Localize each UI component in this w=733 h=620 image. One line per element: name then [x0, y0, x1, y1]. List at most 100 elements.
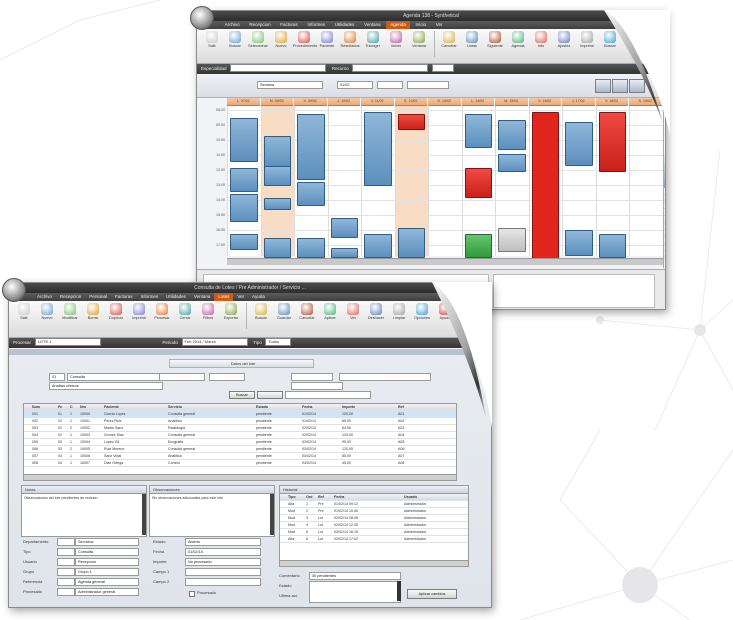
appointment-block[interactable] [464, 114, 492, 148]
lote-code-field[interactable]: 01 [49, 373, 65, 381]
calendar-ribbon-button-11[interactable]: Listas [461, 29, 483, 48]
appointment-block[interactable] [397, 228, 425, 258]
calendar-ribbon-button-14[interactable]: Info [530, 29, 552, 48]
menu-item-ver[interactable]: Ver [233, 293, 248, 301]
column-header[interactable]: Fecha [334, 494, 404, 500]
top-field-6[interactable] [285, 391, 371, 399]
periodo-field[interactable]: Feb 2014 / Marzo [181, 338, 248, 347]
appointment-block[interactable] [464, 234, 492, 258]
apply-changes-button[interactable]: Aplicar cambios [407, 589, 457, 599]
procesado-checkbox[interactable] [189, 591, 195, 597]
notes-right-scrollbar[interactable] [270, 494, 274, 535]
search-button[interactable]: Buscar [229, 391, 255, 399]
column-header[interactable]: Tipo [288, 494, 306, 500]
notes-left-text[interactable]: Observaciones del lote pendientes de rev… [22, 494, 146, 502]
resource-item[interactable]: Medicina Familiar [664, 230, 665, 237]
resource-item[interactable]: Medicina Familiar [664, 216, 665, 223]
menu-item-inicio[interactable]: Inicio [412, 21, 431, 29]
day-header[interactable]: X. 16/02 [528, 98, 561, 106]
especialidad-field[interactable] [230, 64, 327, 73]
lote-name-field[interactable]: Consulta [67, 373, 163, 381]
column-header[interactable]: Ref [318, 494, 334, 500]
day-header[interactable]: M. 15/02 [495, 98, 528, 106]
calendar-ribbon-button-3[interactable]: Nuevo [270, 29, 292, 48]
top-field-4[interactable] [339, 373, 431, 381]
calendar-ribbon-button-7[interactable]: Escoger [362, 29, 384, 48]
menu-item-utilidades[interactable]: Utilidades [162, 293, 190, 301]
column-header[interactable]: Paciente [104, 404, 168, 410]
appointment-block[interactable] [464, 168, 492, 198]
form-field-input[interactable]: Consulta [75, 548, 139, 556]
menu-item-archivo[interactable]: Archivo [221, 21, 244, 29]
top-field-3[interactable] [291, 373, 333, 381]
application-orb-icon[interactable] [2, 278, 26, 302]
form-field-input[interactable]: Recepcion [75, 558, 139, 566]
resource-item[interactable]: Medicina Familiar [664, 209, 665, 216]
table-row[interactable]: 001 01 1 10000 Garcia Lopez Consulta general p… [24, 411, 456, 418]
calendar-ribbon-button-15[interactable]: Ajustes [553, 29, 575, 48]
table-row[interactable]: 007 04 1 10006 Sanz Vidal Analitica pendiente 0… [24, 453, 456, 460]
table-row[interactable]: 002 01 1 10001 Perez Ruiz Analitica pendiente 0… [24, 418, 456, 425]
menu-item-ventana[interactable]: Ventana [360, 21, 385, 29]
table-row[interactable]: Alta 6 Lot 03/02/14 17:02 Administrador [280, 536, 468, 543]
table-row[interactable]: Mod 2 Pre 01/02/14 10:40 Administrador [280, 508, 468, 515]
lotes-ribbon-button-4[interactable]: Duplicar [105, 301, 127, 320]
form-field-input[interactable] [185, 578, 261, 586]
appointment-block[interactable] [263, 166, 291, 186]
resource-item[interactable]: Medicina Familiar [664, 202, 665, 209]
column-header[interactable]: Servicio [168, 404, 256, 410]
day-header[interactable]: S. 12/02 [394, 98, 427, 106]
resource-item[interactable]: Medicina Familiar [664, 251, 665, 258]
table-row[interactable]: 005 03 1 10004 Lopez Gil Ecografia pendiente 03… [24, 439, 456, 446]
lotes-ribbon-button-10[interactable]: Buscar [250, 301, 272, 320]
lotes-ribbon-button-9[interactable]: Exportar [220, 301, 242, 320]
resource-item[interactable]: Medicina Familiar [664, 237, 665, 244]
table-row[interactable]: 006 03 2 10005 Ruiz Moreno Consulta general pe… [24, 446, 456, 453]
grid-horizontal-scrollbar[interactable] [24, 474, 456, 480]
form-field-input[interactable]: 01/02/14 [185, 548, 261, 556]
form-field-input[interactable]: Abierto [185, 538, 261, 546]
form-code-input[interactable] [57, 578, 75, 586]
form-code-input[interactable] [57, 568, 75, 576]
day-header[interactable]: L. 14/02 [461, 98, 494, 106]
table-row[interactable]: 004 02 1 10003 Gomez Diaz Consulta general pen… [24, 432, 456, 439]
calendar-ribbon-button-9[interactable]: Ventana [408, 29, 430, 48]
column-header[interactable]: C [70, 404, 80, 410]
appointment-block[interactable] [330, 248, 358, 258]
lotes-ribbon-button-0[interactable]: Salir [13, 301, 35, 320]
form-field-input[interactable]: Agenda general [75, 578, 139, 586]
lotes-ribbon-button-7[interactable]: Cerrar [174, 301, 196, 320]
notes-right-text[interactable]: Sin observaciones adicionales para este … [150, 494, 274, 502]
calendar-ribbon-button-5[interactable]: Paciente [316, 29, 338, 48]
appointment-block[interactable] [263, 238, 291, 258]
procesar-field[interactable]: LOTE 1 [34, 338, 101, 347]
appointment-block[interactable] [498, 120, 526, 150]
day-header[interactable]: J. 17/02 [562, 98, 595, 106]
column-header[interactable]: Fecha [302, 404, 342, 410]
day-column[interactable] [428, 106, 463, 256]
day-header[interactable]: J. 10/02 [327, 98, 360, 106]
calendar-ribbon-button-6[interactable]: Resultados [339, 29, 361, 48]
resource-field[interactable] [407, 81, 449, 89]
table-row[interactable]: Mod 5 Lot 03/02/14 16:15 Administrador [280, 529, 468, 536]
appointment-block[interactable] [498, 228, 526, 252]
lotes-ribbon-button-16[interactable]: Limpiar [388, 301, 410, 320]
table-row[interactable]: 003 02 2 10002 Martin Sanz Radiologia pendient… [24, 425, 456, 432]
column-header[interactable]: Estado [256, 404, 302, 410]
appointment-block[interactable] [297, 182, 325, 206]
appointment-block[interactable] [263, 198, 291, 210]
calendar-ribbon-button-13[interactable]: Agenda [507, 29, 529, 48]
menu-item-facturas[interactable]: Facturas [276, 21, 302, 29]
menu-item-recepcion[interactable]: Recepcion [56, 293, 85, 301]
top-field-1[interactable] [159, 373, 205, 381]
form-code-input[interactable] [57, 558, 75, 566]
column-header[interactable]: Nro [80, 404, 104, 410]
menu-item-recepcion[interactable]: Recepcion [245, 21, 274, 29]
appointment-block[interactable] [330, 218, 358, 238]
appointment-block[interactable] [297, 238, 325, 258]
menu-item-ventana[interactable]: Ventana [190, 293, 215, 301]
table-row[interactable]: Alta 1 Pre 01/02/14 09:12 Administrador [280, 501, 468, 508]
form-field-input[interactable] [185, 568, 261, 576]
application-orb-icon[interactable] [190, 6, 214, 30]
form-code-input[interactable] [57, 538, 75, 546]
